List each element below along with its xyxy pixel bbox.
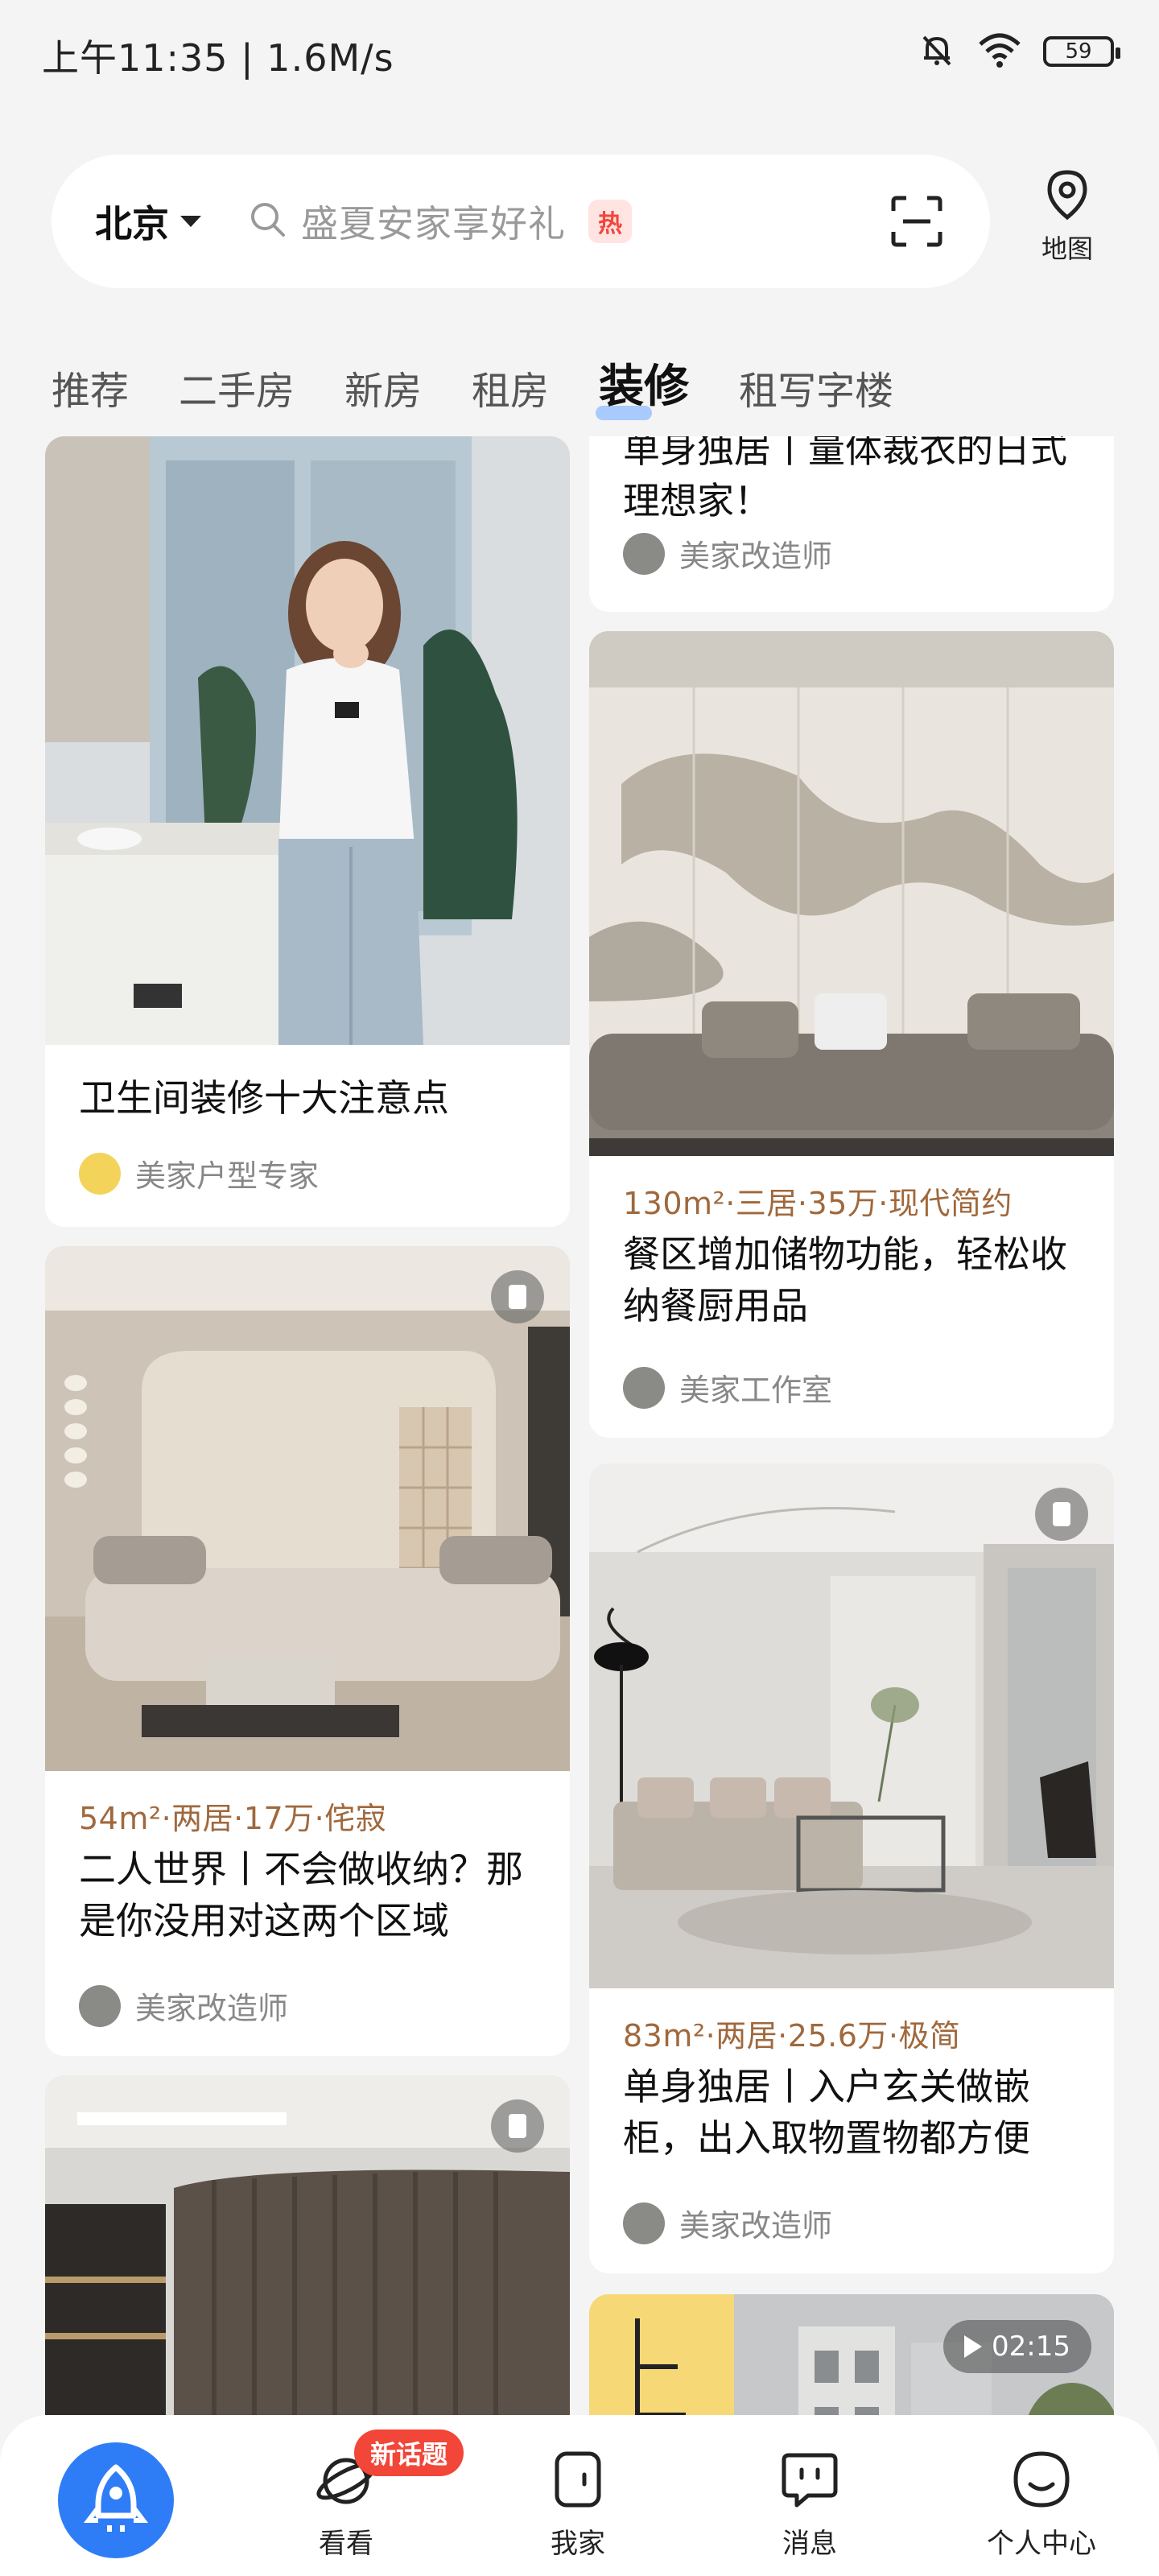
- feed-card[interactable]: 卫生间装修十大注意点 美家户型专家: [45, 436, 570, 1227]
- card-meta: 130m²·三居·35万·现代简约: [623, 1186, 1013, 1221]
- duration-text: 02:15: [992, 2330, 1070, 2363]
- card-title: 卫生间装修十大注意点: [79, 1076, 449, 1120]
- author-name: 美家改造师: [135, 1991, 289, 2026]
- battery-icon: 59: [1043, 36, 1120, 67]
- avatar: [623, 532, 665, 575]
- card-title: 二人世界丨不会做收纳？那是你没用对这两个区域: [79, 1847, 523, 1942]
- tab-recommend[interactable]: 推荐: [52, 359, 129, 415]
- feed-card[interactable]: 83m²·两居·25.6万·极简 单身独居丨入户玄关做嵌柜，出入取物置物都方便 …: [589, 1463, 1114, 2273]
- play-icon: [964, 2335, 982, 2358]
- map-label: 地图: [1041, 233, 1093, 264]
- search-icon: [248, 200, 288, 243]
- card-image: [589, 1463, 1114, 1988]
- tab-rent[interactable]: 租房: [472, 359, 549, 415]
- card-image: [45, 1246, 570, 1771]
- author-name: 美家户型专家: [135, 1158, 320, 1194]
- video-badge-icon: [491, 1270, 544, 1323]
- card-author[interactable]: 美家改造师: [623, 2201, 832, 2245]
- scan-icon[interactable]: [889, 193, 945, 253]
- nav-my-home[interactable]: 我家: [497, 2447, 658, 2561]
- nav-label: 消息: [782, 2528, 837, 2560]
- card-author[interactable]: 美家改造师: [79, 1984, 288, 2028]
- card-title: 餐区增加储物功能，轻松收纳餐厨用品: [623, 1232, 1067, 1327]
- video-badge-icon: [491, 2099, 544, 2153]
- card-author[interactable]: 美家户型专家: [79, 1151, 319, 1195]
- smile-icon: [1009, 2451, 1074, 2515]
- card-author[interactable]: 美家改造师: [623, 531, 832, 576]
- nav-profile[interactable]: 个人中心: [961, 2447, 1122, 2561]
- bell-muted-icon: [918, 31, 956, 72]
- planet-icon: [314, 2458, 378, 2515]
- card-image: [589, 631, 1114, 1156]
- author-name: 美家工作室: [679, 1373, 833, 1408]
- map-button[interactable]: 地图: [1027, 169, 1107, 266]
- category-tabs: 推荐 二手房 新房 租房 装修 租写字楼: [52, 350, 943, 420]
- new-topic-badge: 新话题: [354, 2429, 464, 2476]
- card-title: 单身独居丨量体裁衣的日式理想家！: [623, 436, 1067, 522]
- avatar: [79, 1152, 121, 1195]
- feed-card[interactable]: 54m²·两居·17万·侘寂 二人世界丨不会做收纳？那是你没用对这两个区域 美家…: [45, 1246, 570, 2056]
- caret-down-icon: [180, 216, 201, 227]
- avatar: [623, 1366, 665, 1409]
- status-bar: 上午11:35 | 1.6M/s 59: [0, 0, 1159, 105]
- bottom-nav: 看看 新话题 我家 消息 个人中心: [0, 2415, 1159, 2576]
- card-image: [45, 436, 570, 1045]
- feed-card[interactable]: [45, 2075, 570, 2415]
- status-icons: 59: [918, 31, 1120, 72]
- city-label: 北京: [95, 202, 169, 246]
- battery-level: 59: [1065, 39, 1092, 64]
- door-icon: [546, 2451, 610, 2515]
- tab-office-rent[interactable]: 租写字楼: [739, 359, 893, 415]
- rocket-icon: [84, 2462, 148, 2538]
- video-duration: 02:15: [943, 2320, 1091, 2373]
- tab-new-home[interactable]: 新房: [344, 359, 422, 415]
- message-icon: [777, 2453, 842, 2515]
- nav-label: 看看: [319, 2528, 373, 2560]
- tab-second-hand[interactable]: 二手房: [179, 359, 295, 415]
- nav-label: 个人中心: [987, 2528, 1096, 2560]
- author-name: 美家改造师: [679, 2208, 833, 2244]
- search-bar[interactable]: 北京 盛夏安家享好礼 热: [52, 155, 990, 288]
- search-input[interactable]: 盛夏安家享好礼: [301, 195, 566, 248]
- card-title: 单身独居丨入户玄关做嵌柜，出入取物置物都方便: [623, 2065, 1030, 2160]
- card-author[interactable]: 美家工作室: [623, 1365, 832, 1410]
- card-meta: 54m²·两居·17万·侘寂: [79, 1801, 387, 1836]
- feed-card[interactable]: 02:15: [589, 2294, 1114, 2415]
- nav-messages[interactable]: 消息: [729, 2447, 890, 2561]
- map-pin-icon: [1043, 170, 1091, 225]
- author-name: 美家改造师: [679, 539, 833, 574]
- nav-label: 我家: [551, 2528, 605, 2560]
- tab-decoration[interactable]: 装修: [596, 350, 689, 420]
- avatar: [623, 2202, 665, 2244]
- feed-card[interactable]: 130m²·三居·35万·现代简约 餐区增加储物功能，轻松收纳餐厨用品 美家工作…: [589, 631, 1114, 1438]
- city-selector[interactable]: 北京: [95, 195, 201, 248]
- card-meta: 83m²·两居·25.6万·极简: [623, 2018, 961, 2054]
- feed-card[interactable]: 单身独居丨量体裁衣的日式理想家！ 美家改造师: [589, 436, 1114, 612]
- hot-badge: 热: [588, 200, 632, 243]
- avatar: [79, 1984, 121, 2027]
- decoration-feed: 卫生间装修十大注意点 美家户型专家 54m²·两居·17万·侘寂 二人世界丨不会…: [0, 436, 1159, 2415]
- home-rocket-button[interactable]: [58, 2442, 174, 2558]
- status-time: 上午11:35 | 1.6M/s: [42, 36, 394, 80]
- video-badge-icon: [1035, 1488, 1088, 1541]
- wifi-icon: [977, 31, 1022, 72]
